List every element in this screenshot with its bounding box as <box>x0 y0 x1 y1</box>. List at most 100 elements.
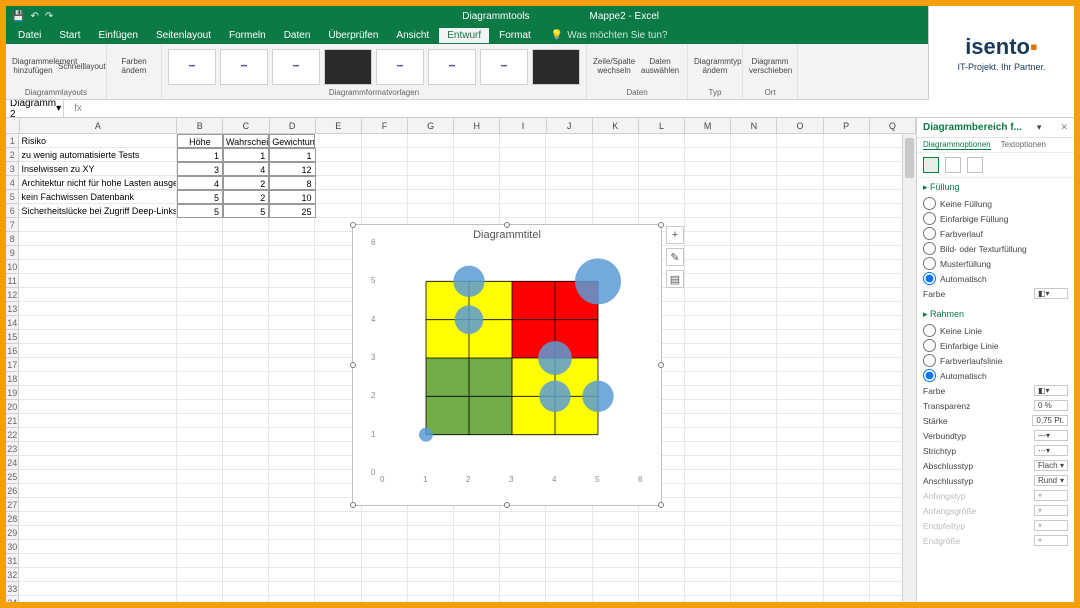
col-header[interactable]: E <box>316 118 362 133</box>
fill-option[interactable]: Bild- oder Texturfüllung <box>923 241 1068 256</box>
chart-plot-area[interactable]: 01234560123456 <box>383 243 641 473</box>
move-chart-button[interactable]: Diagramm verschieben <box>749 58 791 76</box>
ribbon-tabs: Datei Start Einfügen Seitenlayout Formel… <box>6 26 1074 44</box>
fill-option[interactable]: Automatisch <box>923 271 1068 286</box>
close-icon[interactable]: ✕ <box>1060 122 1068 133</box>
undo-icon[interactable]: ↶ <box>30 11 38 22</box>
fill-option[interactable]: Einfarbige Füllung <box>923 211 1068 226</box>
tab-start[interactable]: Start <box>51 28 88 43</box>
pane-title: Diagrammbereich f... <box>923 122 1022 133</box>
chart-style-gallery[interactable]: ••• ••• ••• ••• ••• ••• <box>168 46 580 88</box>
col-header[interactable]: M <box>685 118 731 133</box>
style-thumb[interactable]: ••• <box>428 49 476 85</box>
save-icon[interactable]: 💾 <box>12 11 24 22</box>
col-header[interactable]: L <box>639 118 685 133</box>
size-props-icon[interactable] <box>967 157 983 173</box>
tab-daten[interactable]: Daten <box>276 28 319 43</box>
group-label-styles: Diagrammformatvorlagen <box>168 88 580 97</box>
begin-arrow-type: ▾ <box>1034 490 1068 501</box>
formula-bar-row: Diagramm 2▾ fx <box>6 100 1074 118</box>
change-colors-button[interactable]: Farben ändern <box>113 58 155 76</box>
fill-option[interactable]: Farbverlauf <box>923 226 1068 241</box>
col-header[interactable]: C <box>223 118 269 133</box>
col-header[interactable]: I <box>500 118 546 133</box>
style-thumb[interactable]: ••• <box>480 49 528 85</box>
select-all-corner[interactable] <box>6 118 20 133</box>
chart-elements-button[interactable]: + <box>666 226 684 244</box>
chart-styles-button[interactable]: ✎ <box>666 248 684 266</box>
fill-line-icon[interactable] <box>923 157 939 173</box>
cap-type-select[interactable]: Flach ▾ <box>1034 460 1068 471</box>
col-header[interactable]: P <box>824 118 870 133</box>
col-header[interactable]: Q <box>870 118 916 133</box>
col-header[interactable]: A <box>20 118 178 133</box>
fill-section-header[interactable]: ▸ Füllung <box>923 182 1068 193</box>
col-header[interactable]: B <box>177 118 223 133</box>
style-thumb[interactable]: ••• <box>376 49 424 85</box>
group-label-type: Typ <box>694 88 736 97</box>
chart-filter-button[interactable]: ▤ <box>666 270 684 288</box>
compound-type-select[interactable]: —▾ <box>1034 430 1068 441</box>
col-header[interactable]: J <box>547 118 593 133</box>
tab-ansicht[interactable]: Ansicht <box>388 28 437 43</box>
chevron-down-icon[interactable]: ▾ <box>56 103 61 114</box>
embedded-chart[interactable]: Diagrammtitel 01234560123456 <box>352 224 662 506</box>
name-box[interactable]: Diagramm 2▾ <box>6 98 64 120</box>
join-type-select[interactable]: Rund ▾ <box>1034 475 1068 486</box>
context-tab-label: Diagrammtools <box>462 11 529 22</box>
switch-row-col-button[interactable]: Zeile/Spalte wechseln <box>593 58 635 76</box>
ribbon: Diagrammelement hinzufügen Schnelllayout… <box>6 44 1074 100</box>
col-header[interactable]: K <box>593 118 639 133</box>
end-arrow-type: ▾ <box>1034 520 1068 531</box>
col-header[interactable]: G <box>408 118 454 133</box>
select-data-button[interactable]: Daten auswählen <box>639 58 681 76</box>
tab-formeln[interactable]: Formeln <box>221 28 274 43</box>
style-thumb[interactable] <box>324 49 372 85</box>
fill-option[interactable]: Musterfüllung <box>923 256 1068 271</box>
fill-color-picker[interactable]: ◧▾ <box>1034 288 1068 299</box>
tab-entwurf[interactable]: Entwurf <box>439 28 489 43</box>
style-thumb[interactable]: ••• <box>168 49 216 85</box>
worksheet-grid[interactable]: A B C D E F G H I J K L M N O P Q 1Risik… <box>6 118 916 602</box>
add-chart-element-button[interactable]: Diagrammelement hinzufügen <box>12 58 54 76</box>
col-header[interactable]: O <box>777 118 823 133</box>
style-thumb[interactable] <box>532 49 580 85</box>
col-header[interactable]: F <box>362 118 408 133</box>
tab-seitenlayout[interactable]: Seitenlayout <box>148 28 219 43</box>
col-header[interactable]: N <box>731 118 777 133</box>
tab-format[interactable]: Format <box>491 28 539 43</box>
scrollbar-thumb[interactable] <box>905 138 914 178</box>
style-thumb[interactable]: ••• <box>220 49 268 85</box>
redo-icon[interactable]: ↷ <box>45 11 53 22</box>
border-option[interactable]: Keine Linie <box>923 323 1068 338</box>
col-header[interactable]: D <box>270 118 316 133</box>
border-color-picker[interactable]: ◧▾ <box>1034 385 1068 396</box>
document-title: Mappe2 - Excel <box>590 11 659 22</box>
tell-me[interactable]: 💡Was möchten Sie tun? <box>551 30 668 41</box>
tab-einfuegen[interactable]: Einfügen <box>90 28 145 43</box>
group-label-layouts: Diagrammlayouts <box>12 88 100 97</box>
border-option[interactable]: Einfarbige Linie <box>923 338 1068 353</box>
effects-icon[interactable] <box>945 157 961 173</box>
titlebar: 💾 ↶ ↷ Diagrammtools Mappe2 - Excel <box>6 6 1074 26</box>
pane-tab-text-options[interactable]: Textoptionen <box>1001 140 1046 150</box>
quick-layout-button[interactable]: Schnelllayout <box>58 63 100 72</box>
tab-datei[interactable]: Datei <box>10 28 49 43</box>
vertical-scrollbar[interactable] <box>902 134 916 602</box>
transparency-input[interactable]: 0 % <box>1034 400 1068 411</box>
border-section-header[interactable]: ▸ Rahmen <box>923 309 1068 320</box>
quick-access-toolbar: 💾 ↶ ↷ <box>12 11 53 22</box>
pane-tab-chart-options[interactable]: Diagrammoptionen <box>923 140 991 150</box>
fill-option[interactable]: Keine Füllung <box>923 196 1068 211</box>
dash-type-select[interactable]: ⋯▾ <box>1034 445 1068 456</box>
style-thumb[interactable]: ••• <box>272 49 320 85</box>
pane-dropdown-icon[interactable]: ▾ <box>1037 122 1042 133</box>
col-header[interactable]: H <box>454 118 500 133</box>
border-option[interactable]: Farbverlaufslinie <box>923 353 1068 368</box>
fx-icon[interactable]: fx <box>64 103 92 114</box>
width-input[interactable]: 0,75 Pt. <box>1032 415 1068 426</box>
border-option[interactable]: Automatisch <box>923 368 1068 383</box>
tab-ueberpruefen[interactable]: Überprüfen <box>320 28 386 43</box>
change-chart-type-button[interactable]: Diagrammtyp ändern <box>694 58 736 76</box>
lightbulb-icon: 💡 <box>551 30 563 41</box>
